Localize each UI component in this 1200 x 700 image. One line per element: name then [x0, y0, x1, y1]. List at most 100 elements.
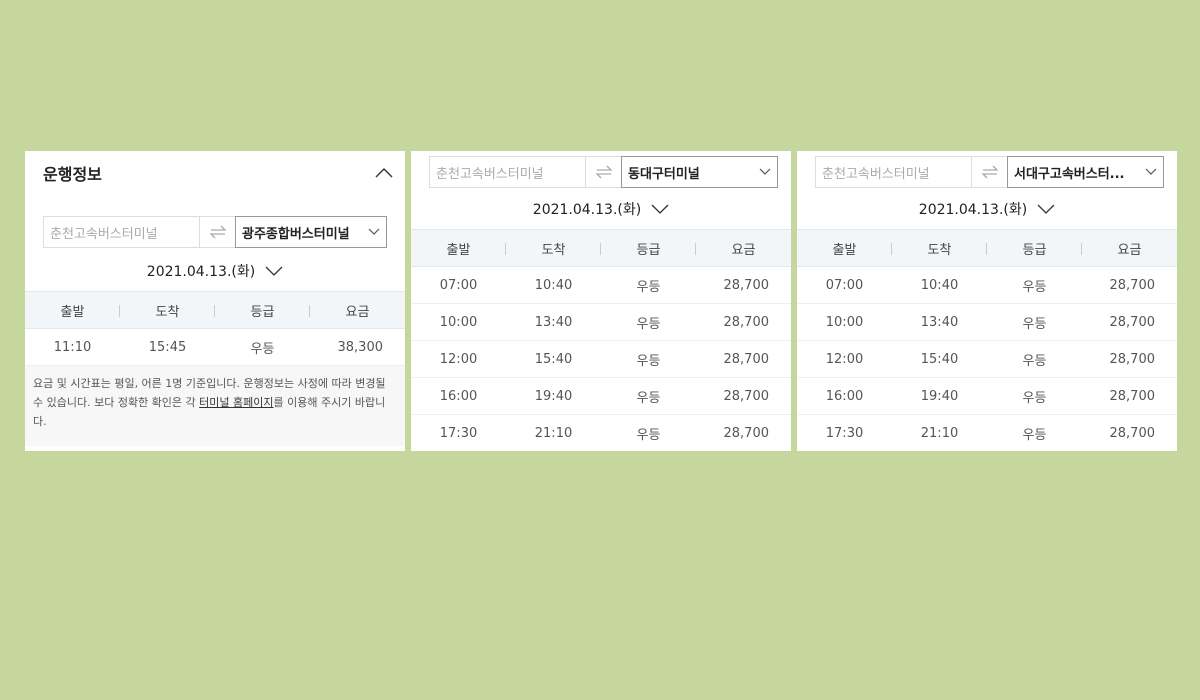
destination-dropdown[interactable]: 동대구터미널 [621, 156, 778, 188]
grade: 우등 [601, 266, 696, 304]
schedule-table: 출발 도착 등급 요금 11:10 15:45 우등 38,300 [25, 291, 405, 366]
swap-button[interactable] [586, 156, 621, 188]
fare: 38,300 [310, 328, 405, 366]
arrive-time: 15:40 [892, 340, 987, 378]
table-row: 07:00 10:40 우등 28,700 [797, 266, 1177, 304]
destination-dropdown[interactable]: 서대구고속버스터... [1007, 156, 1164, 188]
arrive-time: 19:40 [506, 377, 601, 415]
table-row: 16:00 19:40 우등 28,700 [797, 377, 1177, 415]
fare: 28,700 [1082, 303, 1177, 341]
date-value: 2021.04.13.(화) [918, 202, 1028, 218]
depart-time: 17:30 [411, 414, 506, 451]
date-selector[interactable]: 2021.04.13.(화) [797, 189, 1177, 229]
schedule-panel-gwangju: 운행정보 춘천고속버스터미널 광주종합버스터미널 2021.04.13.(화) … [25, 151, 405, 451]
table-row: 17:30 21:10 우등 28,700 [411, 414, 791, 451]
col-fare: 요금 [1082, 229, 1177, 267]
chevron-up-icon[interactable] [374, 166, 394, 180]
table-row: 12:00 15:40 우등 28,700 [411, 340, 791, 378]
route-selector: 춘천고속버스터미널 서대구고속버스터... [815, 156, 1164, 188]
fare: 28,700 [1082, 377, 1177, 415]
origin-field[interactable]: 춘천고속버스터미널 [815, 156, 972, 188]
arrive-time: 19:40 [892, 377, 987, 415]
panel-header[interactable]: 운행정보 [25, 151, 405, 195]
terminal-homepage-link[interactable]: 터미널 홈페이지 [199, 396, 273, 409]
chevron-down-icon [368, 228, 380, 235]
chevron-down-icon [1145, 168, 1157, 175]
date-selector[interactable]: 2021.04.13.(화) [411, 189, 791, 229]
col-fare: 요금 [310, 291, 405, 329]
swap-button[interactable] [972, 156, 1007, 188]
grade: 우등 [215, 328, 310, 366]
arrive-time: 21:10 [506, 414, 601, 451]
date-selector[interactable]: 2021.04.13.(화) [25, 251, 405, 291]
fare: 28,700 [1082, 414, 1177, 451]
col-arrive: 도착 [892, 229, 987, 267]
grade: 우등 [601, 340, 696, 378]
swap-arrows-icon [980, 165, 999, 179]
swap-arrows-icon [208, 225, 227, 239]
fare: 28,700 [696, 266, 791, 304]
schedule-table: 출발 도착 등급 요금 07:00 10:40 우등 28,700 10:00 … [411, 229, 791, 451]
depart-time: 16:00 [797, 377, 892, 415]
route-selector: 춘천고속버스터미널 광주종합버스터미널 [43, 216, 387, 248]
origin-field[interactable]: 춘천고속버스터미널 [43, 216, 200, 248]
arrive-time: 10:40 [506, 266, 601, 304]
origin-field[interactable]: 춘천고속버스터미널 [429, 156, 586, 188]
depart-time: 17:30 [797, 414, 892, 451]
swap-button[interactable] [200, 216, 235, 248]
depart-time: 11:10 [25, 328, 120, 366]
fare: 28,700 [1082, 340, 1177, 378]
info-note: 요금 및 시간표는 평일, 어른 1명 기준입니다. 운행정보는 사정에 따라 … [25, 366, 405, 446]
col-arrive: 도착 [506, 229, 601, 267]
chevron-down-icon [651, 204, 669, 214]
table-row: 11:10 15:45 우등 38,300 [25, 328, 405, 366]
grade: 우등 [601, 303, 696, 341]
grade: 우등 [987, 266, 1082, 304]
arrive-time: 10:40 [892, 266, 987, 304]
chevron-down-icon [265, 266, 283, 276]
fare: 28,700 [696, 303, 791, 341]
chevron-down-icon [1037, 204, 1055, 214]
grade: 우등 [601, 414, 696, 451]
col-grade: 등급 [215, 291, 310, 329]
swap-arrows-icon [594, 165, 613, 179]
depart-time: 12:00 [797, 340, 892, 378]
depart-time: 16:00 [411, 377, 506, 415]
fare: 28,700 [1082, 266, 1177, 304]
depart-time: 07:00 [797, 266, 892, 304]
grade: 우등 [601, 377, 696, 415]
col-grade: 등급 [987, 229, 1082, 267]
fare: 28,700 [696, 340, 791, 378]
col-depart: 출발 [797, 229, 892, 267]
table-row: 16:00 19:40 우등 28,700 [411, 377, 791, 415]
fare: 28,700 [696, 414, 791, 451]
schedule-panel-dongdaegu: 춘천고속버스터미널 동대구터미널 2021.04.13.(화) 출발 도착 등급… [411, 151, 791, 451]
table-row: 10:00 13:40 우등 28,700 [411, 303, 791, 341]
schedule-panel-seodaegu: 춘천고속버스터미널 서대구고속버스터... 2021.04.13.(화) 출발 … [797, 151, 1177, 451]
depart-time: 10:00 [411, 303, 506, 341]
arrive-time: 21:10 [892, 414, 987, 451]
depart-time: 10:00 [797, 303, 892, 341]
route-selector: 춘천고속버스터미널 동대구터미널 [429, 156, 778, 188]
grade: 우등 [987, 414, 1082, 451]
col-depart: 출발 [25, 291, 120, 329]
schedule-table: 출발 도착 등급 요금 07:00 10:40 우등 28,700 10:00 … [797, 229, 1177, 451]
panel-title: 운행정보 [43, 165, 102, 184]
arrive-time: 15:40 [506, 340, 601, 378]
arrive-time: 15:45 [120, 328, 215, 366]
col-depart: 출발 [411, 229, 506, 267]
table-row: 10:00 13:40 우등 28,700 [797, 303, 1177, 341]
table-row: 07:00 10:40 우등 28,700 [411, 266, 791, 304]
fare: 28,700 [696, 377, 791, 415]
col-grade: 등급 [601, 229, 696, 267]
grade: 우등 [987, 340, 1082, 378]
col-fare: 요금 [696, 229, 791, 267]
grade: 우등 [987, 303, 1082, 341]
chevron-down-icon [759, 168, 771, 175]
destination-value: 동대구터미널 [628, 166, 700, 182]
destination-value: 광주종합버스터미널 [242, 226, 350, 242]
date-value: 2021.04.13.(화) [532, 202, 642, 218]
depart-time: 07:00 [411, 266, 506, 304]
arrive-time: 13:40 [892, 303, 987, 341]
destination-dropdown[interactable]: 광주종합버스터미널 [235, 216, 387, 248]
